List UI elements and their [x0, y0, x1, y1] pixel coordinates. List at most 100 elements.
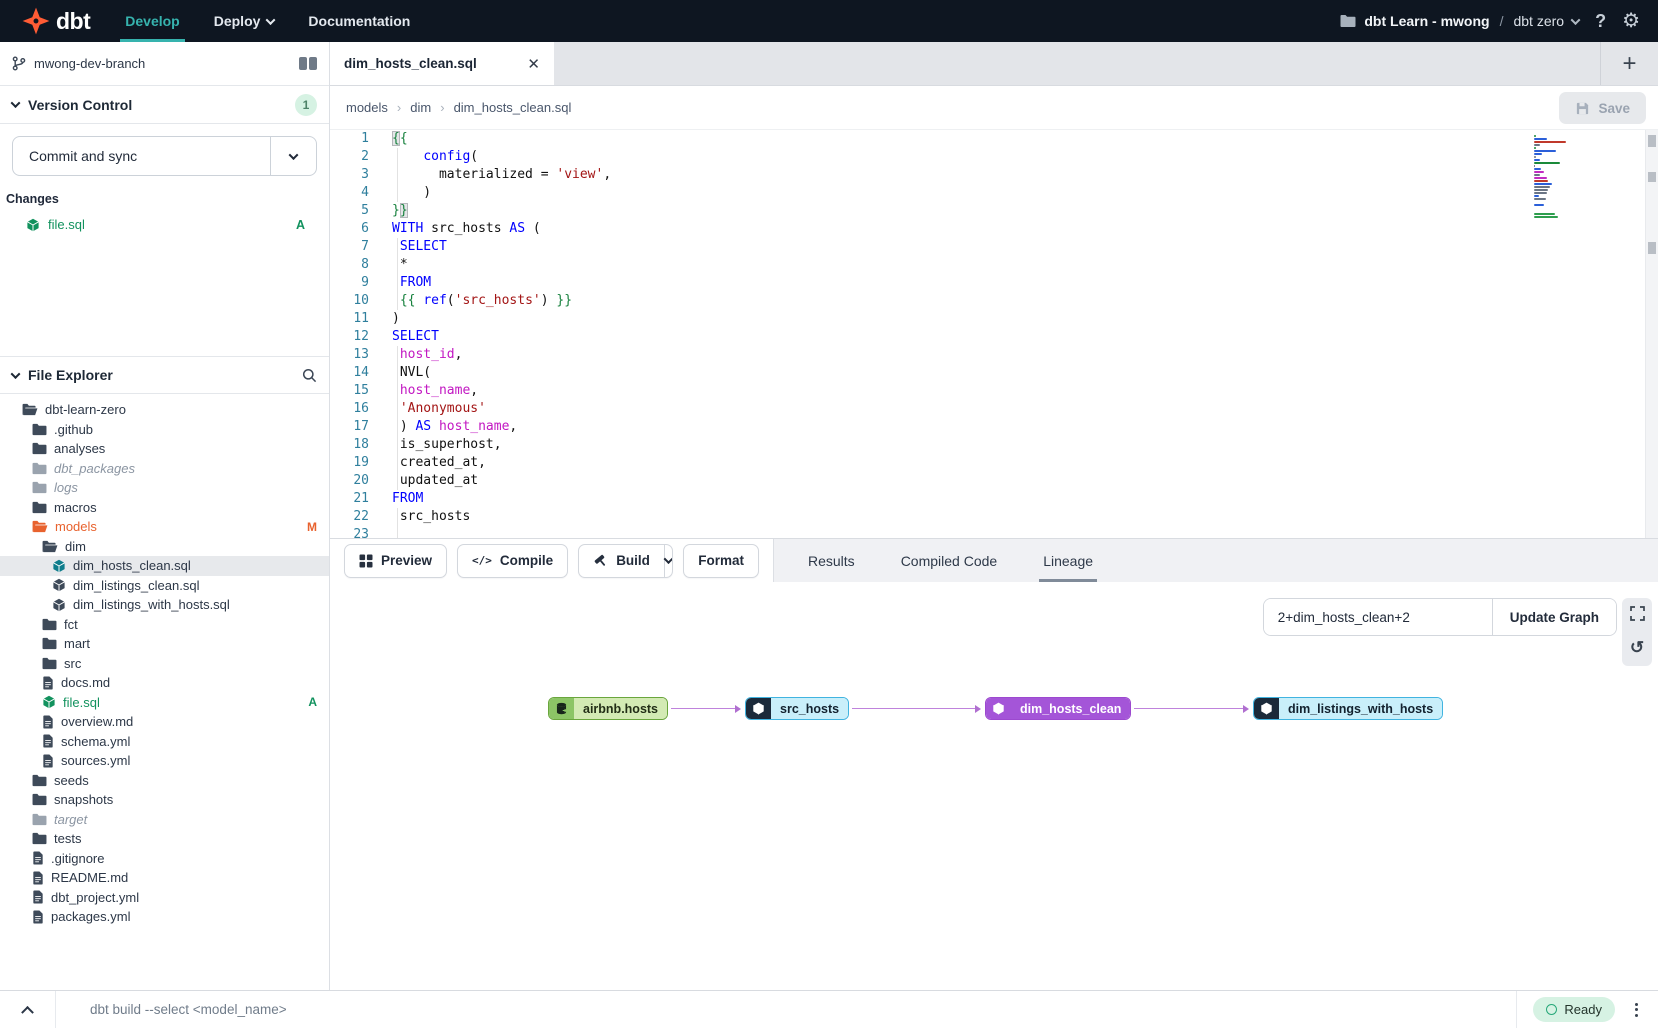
save-button[interactable]: Save — [1559, 92, 1646, 124]
lineage-selector: Update Graph — [1263, 598, 1617, 636]
tree-item-sources.yml[interactable]: sources.yml — [0, 751, 329, 771]
tree-item-target[interactable]: target — [0, 810, 329, 830]
version-control-header[interactable]: Version Control 1 — [0, 86, 329, 124]
lineage-edge — [671, 708, 736, 710]
build-options-caret[interactable] — [664, 545, 672, 577]
branch-row[interactable]: mwong-dev-branch — [0, 42, 329, 86]
tree-item-README.md[interactable]: README.md — [0, 868, 329, 888]
close-icon[interactable]: ✕ — [527, 55, 540, 73]
nav-item-documentation[interactable]: Documentation — [291, 0, 427, 42]
tree-item-logs[interactable]: logs — [0, 478, 329, 498]
code-line[interactable]: created_at, — [392, 454, 1658, 472]
code-line[interactable]: is_superhost, — [392, 436, 1658, 454]
file-explorer-header[interactable]: File Explorer — [0, 356, 329, 394]
tree-item-file.sql[interactable]: file.sqlA — [0, 693, 329, 713]
update-graph-button[interactable]: Update Graph — [1492, 599, 1616, 635]
code-line[interactable]: * — [392, 256, 1658, 274]
commit-options-caret[interactable] — [270, 137, 316, 175]
fullscreen-icon[interactable] — [1630, 606, 1645, 621]
code-line[interactable]: materialized = 'view', — [392, 166, 1658, 184]
reset-view-icon[interactable]: ↺ — [1630, 639, 1644, 656]
tree-item-tests[interactable]: tests — [0, 829, 329, 849]
lineage-node-src_hosts[interactable]: src_hosts — [745, 697, 849, 720]
tree-item-analyses[interactable]: analyses — [0, 439, 329, 459]
tree-item-.github[interactable]: .github — [0, 420, 329, 440]
code-line[interactable]: 'Anonymous' — [392, 400, 1658, 418]
tree-item-dim[interactable]: dim — [0, 537, 329, 557]
code-line[interactable]: ) — [392, 310, 1658, 328]
code-line[interactable]: host_id, — [392, 346, 1658, 364]
editor-scrollbar[interactable] — [1645, 130, 1658, 538]
code-line[interactable]: config( — [392, 148, 1658, 166]
cube-icon — [986, 698, 1011, 719]
tree-item-dbt_project.yml[interactable]: dbt_project.yml — [0, 888, 329, 908]
compile-button[interactable]: </> Compile — [457, 544, 568, 578]
code-line[interactable]: ) — [392, 184, 1658, 202]
tree-item-dim_listings_clean.sql[interactable]: dim_listings_clean.sql — [0, 576, 329, 596]
code-line[interactable]: NVL( — [392, 364, 1658, 382]
tree-item-snapshots[interactable]: snapshots — [0, 790, 329, 810]
nav-item-deploy[interactable]: Deploy — [197, 0, 292, 42]
code-line[interactable]: host_name, — [392, 382, 1658, 400]
preview-button[interactable]: Preview — [344, 544, 447, 578]
tree-item-src[interactable]: src — [0, 654, 329, 674]
tab-compiled-code[interactable]: Compiled Code — [901, 539, 998, 582]
build-button[interactable]: Build — [579, 545, 664, 577]
dbt-logo[interactable]: dbt — [0, 0, 108, 42]
minimap[interactable] — [1534, 135, 1612, 222]
code-line[interactable]: updated_at — [392, 472, 1658, 490]
breadcrumb-dim[interactable]: dim — [410, 100, 431, 115]
tree-item-dim_hosts_clean.sql[interactable]: dim_hosts_clean.sql — [0, 556, 329, 576]
kebab-menu-icon[interactable] — [1631, 999, 1642, 1021]
lineage-node-airbnb.hosts[interactable]: airbnb.hosts — [548, 697, 668, 720]
gear-icon[interactable]: ⚙ — [1622, 11, 1640, 31]
help-icon[interactable]: ? — [1593, 11, 1608, 32]
code-line[interactable]: FROM — [392, 490, 1658, 508]
code-line[interactable]: FROM — [392, 274, 1658, 292]
editor-tab[interactable]: dim_hosts_clean.sql ✕ — [330, 42, 554, 85]
tree-item-.gitignore[interactable]: .gitignore — [0, 849, 329, 869]
search-icon[interactable] — [302, 368, 317, 383]
tree-item-dim_listings_with_hosts.sql[interactable]: dim_listings_with_hosts.sql — [0, 595, 329, 615]
folder-icon — [32, 813, 47, 826]
code-line[interactable]: }} — [392, 202, 1658, 220]
tree-item-models[interactable]: modelsM — [0, 517, 329, 537]
code-line[interactable] — [392, 526, 1658, 538]
file-icon — [32, 871, 44, 885]
new-tab-button[interactable]: + — [1600, 42, 1658, 85]
breadcrumb-file[interactable]: dim_hosts_clean.sql — [454, 100, 572, 115]
changed-file-row[interactable]: file.sql A — [12, 214, 317, 235]
docs-panel-icon[interactable] — [299, 57, 317, 70]
tree-item-dbt-learn-zero[interactable]: dbt-learn-zero — [0, 400, 329, 420]
code-line[interactable]: {{ — [392, 130, 1658, 148]
tree-item-dbt_packages[interactable]: dbt_packages — [0, 459, 329, 479]
commit-and-sync-button[interactable]: Commit and sync — [12, 136, 317, 176]
tab-results[interactable]: Results — [808, 539, 855, 582]
breadcrumb-models[interactable]: models — [346, 100, 388, 115]
project-switcher[interactable]: dbt Learn - mwong / dbt zero — [1340, 13, 1579, 29]
format-button[interactable]: Format — [683, 544, 759, 578]
lineage-node-dim_hosts_clean[interactable]: dim_hosts_clean — [985, 697, 1131, 720]
tree-item-fct[interactable]: fct — [0, 615, 329, 635]
nav-item-develop[interactable]: Develop — [108, 0, 196, 42]
command-input[interactable] — [56, 991, 1516, 1028]
code-editor[interactable]: 1234567891011121314151617181920212223242… — [330, 130, 1658, 538]
code-line[interactable]: WITH src_hosts AS ( — [392, 220, 1658, 238]
tree-item-macros[interactable]: macros — [0, 498, 329, 518]
lineage-graph[interactable]: airbnb.hosts src_hosts dim_hosts_clean dim_… — [330, 582, 1658, 990]
lineage-selector-input[interactable] — [1264, 599, 1492, 635]
tree-item-overview.md[interactable]: overview.md — [0, 712, 329, 732]
tree-item-schema.yml[interactable]: schema.yml — [0, 732, 329, 752]
code-line[interactable]: SELECT — [392, 328, 1658, 346]
tree-item-docs.md[interactable]: docs.md — [0, 673, 329, 693]
lineage-node-dim_listings_with_hosts[interactable]: dim_listings_with_hosts — [1253, 697, 1443, 720]
expand-panel-button[interactable] — [0, 991, 56, 1028]
code-line[interactable]: ) AS host_name, — [392, 418, 1658, 436]
code-line[interactable]: {{ ref('src_hosts') }} — [392, 292, 1658, 310]
code-line[interactable]: SELECT — [392, 238, 1658, 256]
code-line[interactable]: src_hosts — [392, 508, 1658, 526]
tab-lineage[interactable]: Lineage — [1043, 539, 1093, 582]
tree-item-seeds[interactable]: seeds — [0, 771, 329, 791]
tree-item-packages.yml[interactable]: packages.yml — [0, 907, 329, 927]
tree-item-mart[interactable]: mart — [0, 634, 329, 654]
